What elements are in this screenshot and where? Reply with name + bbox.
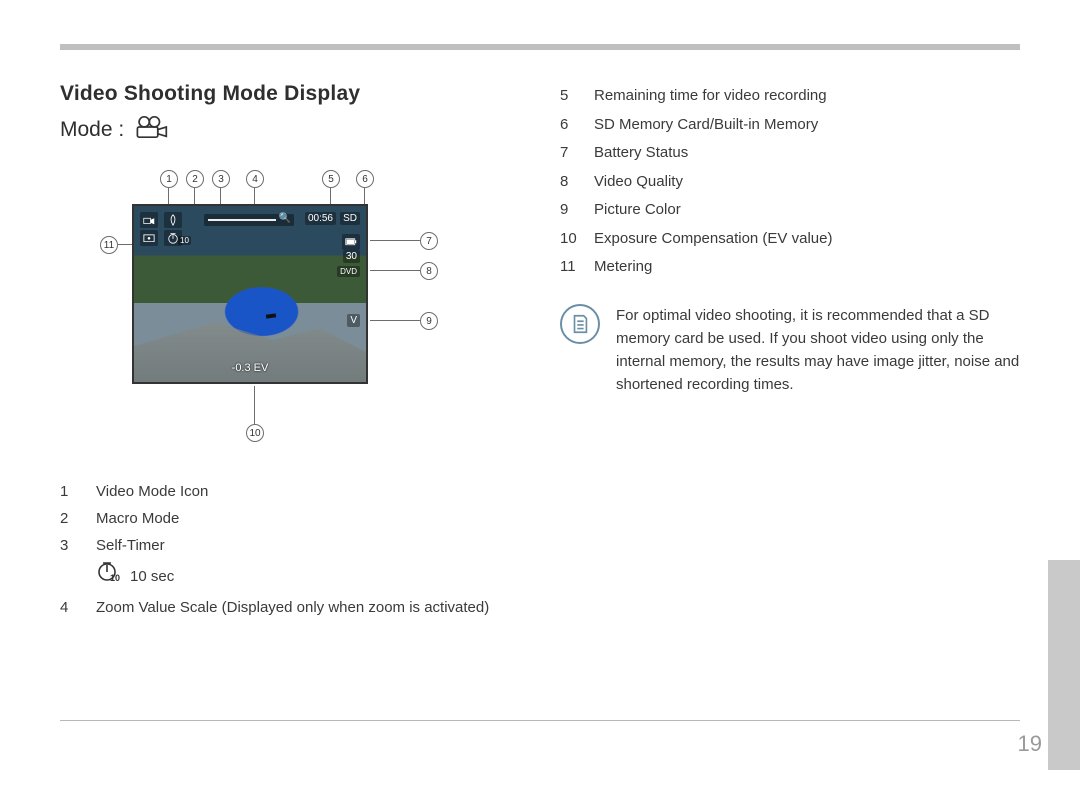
callout-4: 4 (246, 170, 264, 188)
page-content: Video Shooting Mode Display Mode : 1 2 3… (60, 82, 1020, 695)
legend-row: 9Picture Color (560, 196, 1020, 225)
callout-1: 1 (160, 170, 178, 188)
callout-2: 2 (186, 170, 204, 188)
mode-line: Mode : (60, 114, 530, 146)
leader (370, 270, 420, 271)
metering-icon (140, 230, 158, 246)
top-rule (60, 44, 1020, 50)
legend-row: 3Self-Timer (60, 532, 530, 559)
svg-text:10: 10 (110, 573, 120, 583)
video-quality: 30 (343, 250, 360, 263)
ev-value: -0.3 EV (232, 362, 269, 374)
legend-subrow: 10 10 sec (96, 559, 530, 594)
leader (370, 320, 420, 321)
legend-row: 10Exposure Compensation (EV value) (560, 225, 1020, 254)
callout-10: 10 (246, 424, 264, 442)
note-icon (560, 304, 600, 344)
remaining-time: 00:56 (305, 212, 336, 225)
macro-icon (164, 212, 182, 228)
callout-8: 8 (420, 262, 438, 280)
legend-row: 2Macro Mode (60, 505, 530, 532)
sd-card-icon: SD (340, 212, 360, 225)
callout-5: 5 (322, 170, 340, 188)
callout-7: 7 (420, 232, 438, 250)
magnifier-icon: 🔍 (279, 213, 291, 224)
legend-row: 6SD Memory Card/Built-in Memory (560, 111, 1020, 140)
legend-row: 11Metering (560, 253, 1020, 282)
legend-row: 8Video Quality (560, 168, 1020, 197)
legend-row: 1Video Mode Icon (60, 478, 530, 505)
left-column: Video Shooting Mode Display Mode : 1 2 3… (60, 82, 530, 621)
callout-3: 3 (212, 170, 230, 188)
legend-row: 5Remaining time for video recording (560, 82, 1020, 111)
lcd-preview: 10 🔍 00:56 SD 30 DVD V -0.3 EV (132, 204, 368, 384)
video-format: DVD (337, 266, 360, 277)
leader (370, 240, 420, 241)
legend-row: 4Zoom Value Scale (Displayed only when z… (60, 594, 530, 621)
right-column: 5Remaining time for video recording 6SD … (560, 82, 1020, 397)
self-timer-10-icon: 10 (96, 559, 120, 594)
legend-row: 7Battery Status (560, 139, 1020, 168)
timer-value: 10 (178, 236, 191, 245)
bird-graphic (266, 313, 276, 318)
section-title: Video Shooting Mode Display (60, 82, 530, 106)
callout-6: 6 (356, 170, 374, 188)
page-number: 19 (1018, 731, 1042, 757)
lcd-diagram: 1 2 3 4 5 6 7 8 9 10 11 (60, 164, 490, 454)
legend-right: 5Remaining time for video recording 6SD … (560, 82, 1020, 282)
video-mode-icon (140, 212, 158, 228)
zoom-scale: 🔍 (204, 214, 294, 226)
movie-camera-icon (134, 114, 168, 146)
note-text: For optimal video shooting, it is recomm… (616, 304, 1020, 397)
leader (254, 386, 255, 424)
note-box: For optimal video shooting, it is recomm… (560, 304, 1020, 397)
legend-left: 1Video Mode Icon 2Macro Mode 3Self-Timer… (60, 478, 530, 621)
bottom-rule (60, 720, 1020, 721)
thumb-index-tab (1048, 560, 1080, 770)
callout-9: 9 (420, 312, 438, 330)
callout-11: 11 (100, 236, 118, 254)
picture-color: V (347, 314, 360, 327)
battery-icon (342, 234, 360, 250)
mode-label: Mode : (60, 118, 124, 142)
